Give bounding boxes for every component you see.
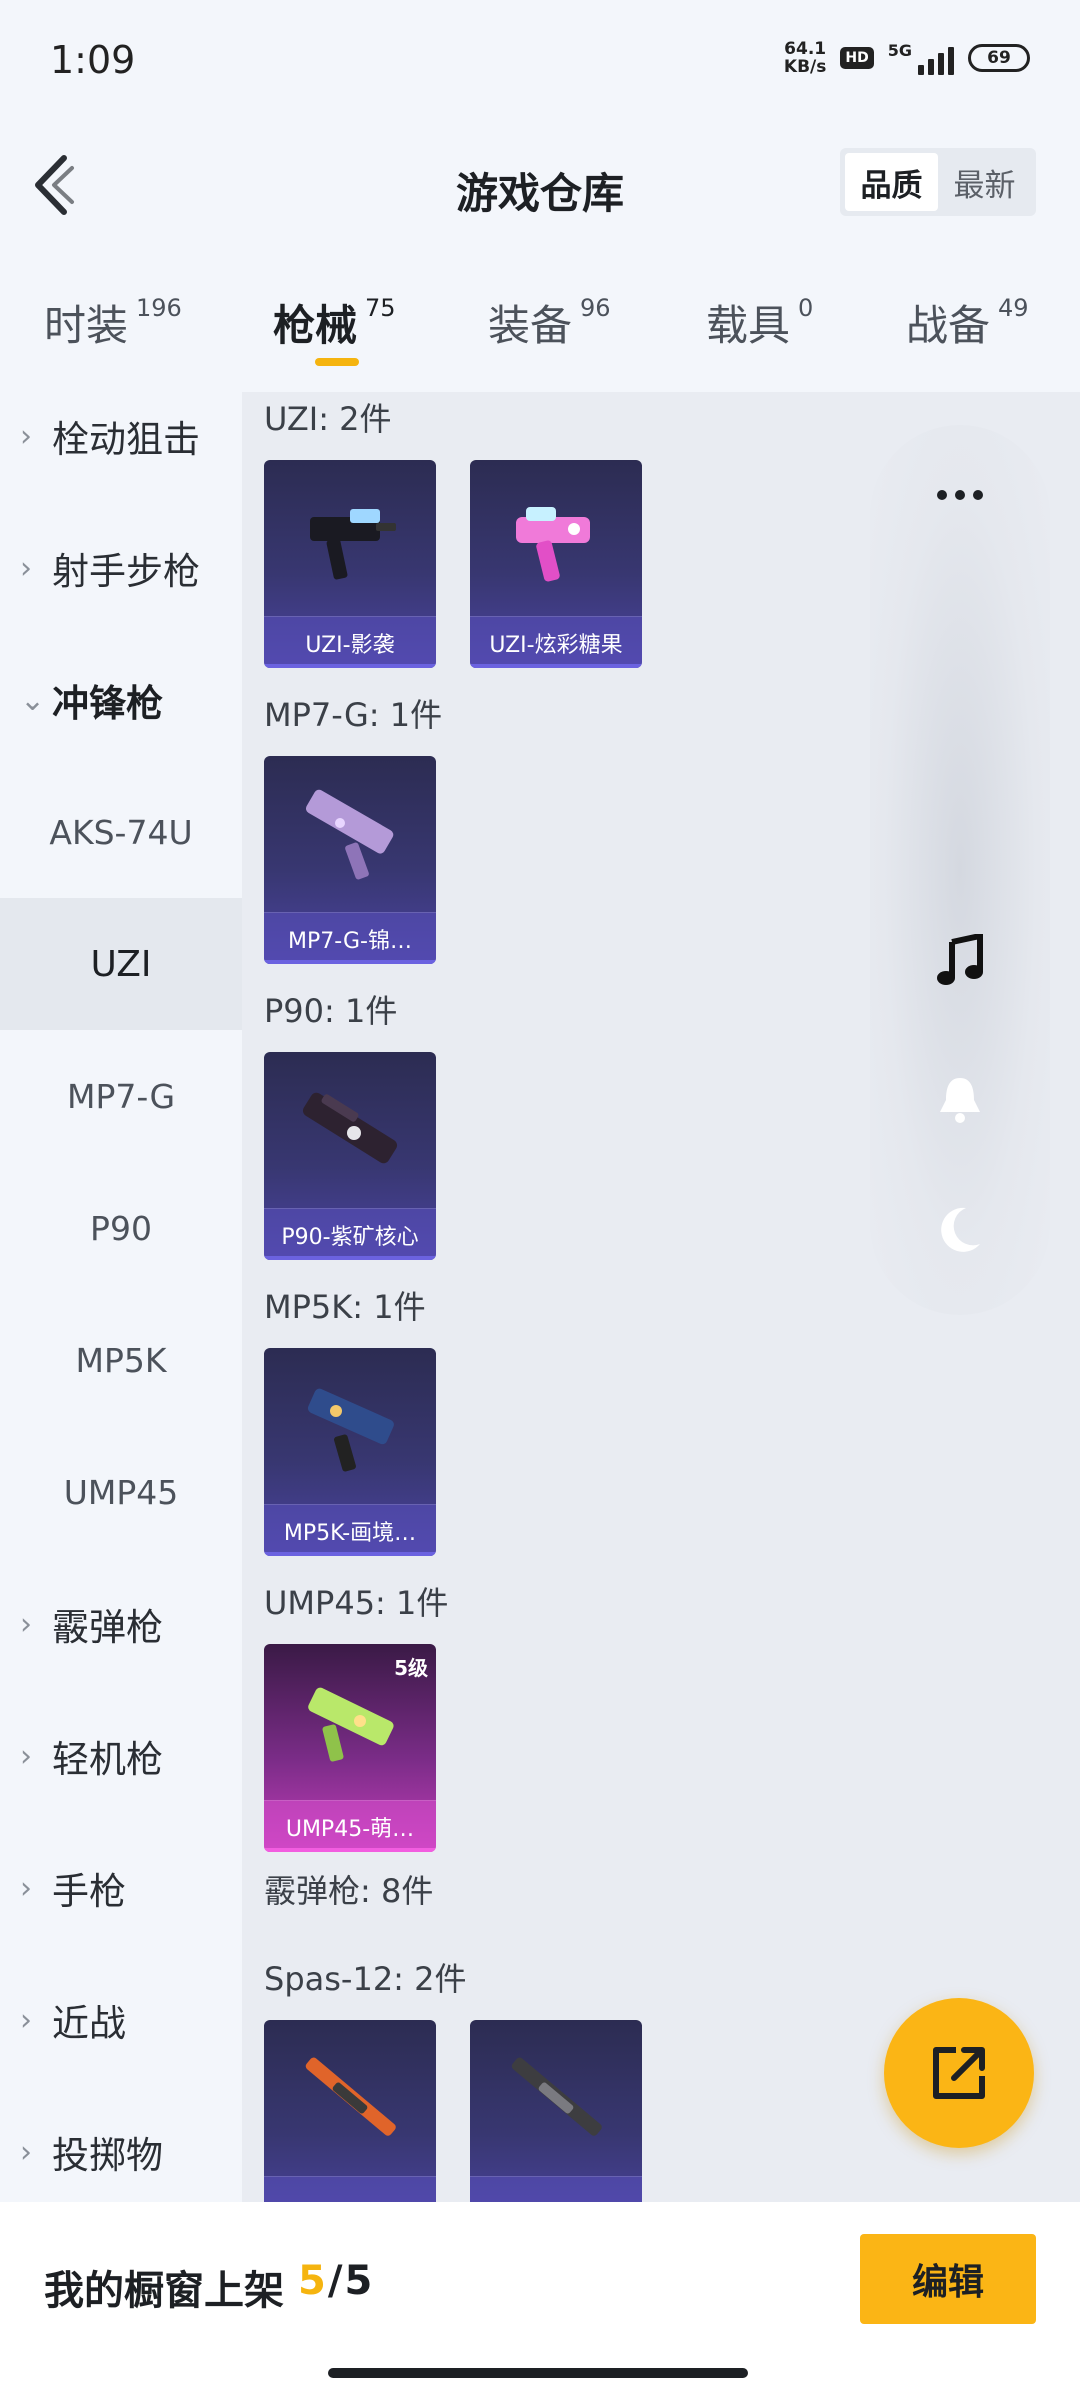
battery-icon: 69: [968, 44, 1030, 72]
edit-button[interactable]: 编辑: [860, 2234, 1036, 2324]
tab-vehicles[interactable]: 载具 0: [706, 292, 813, 353]
item-label: UMP45-萌…: [264, 1800, 436, 1852]
sort-option-quality[interactable]: 品质: [845, 153, 938, 211]
sidebar-item-marksman-rifle[interactable]: › 射手步枪: [0, 502, 242, 634]
sort-option-latest[interactable]: 最新: [938, 153, 1031, 211]
item-card[interactable]: MP5K-画境…: [264, 1348, 436, 1556]
section-title-p90: P90: 1件: [264, 992, 398, 1030]
bottom-bar: 我的橱窗上架 5 / 5 编辑: [0, 2202, 1080, 2400]
share-icon: [933, 2047, 985, 2099]
gun-image: [492, 482, 620, 602]
section-title-mp5k: MP5K: 1件: [264, 1288, 426, 1326]
chevron-right-icon: ›: [20, 1606, 32, 1642]
tab-guns[interactable]: 枪械 75: [273, 292, 396, 353]
tab-count: 196: [136, 294, 182, 322]
battery-level: 69: [987, 48, 1011, 68]
music-button[interactable]: [920, 920, 1000, 1000]
item-card[interactable]: [264, 2020, 436, 2202]
hd-badge: HD: [840, 47, 874, 69]
tab-count: 0: [798, 294, 814, 322]
sidebar-item-bolt-sniper[interactable]: › 栓动狙击: [0, 392, 242, 502]
notification-button[interactable]: [920, 1060, 1000, 1140]
gun-image: [286, 1074, 414, 1194]
section-title-mp7g: MP7-G: 1件: [264, 696, 443, 734]
sidebar-item-throwable[interactable]: › 投掷物: [0, 2086, 242, 2202]
item-card[interactable]: UZI-炫彩糖果: [470, 460, 642, 668]
showcase-slash: /: [327, 2258, 343, 2304]
tab-count: 75: [365, 294, 396, 322]
section-title-shotgun: 霰弹枪: 8件: [264, 1872, 434, 1910]
network-type: 5G: [887, 41, 912, 60]
tab-count: 49: [998, 294, 1029, 322]
item-label: [470, 2176, 642, 2202]
sidebar-item-smg[interactable]: ⌄ 冲锋枪: [0, 634, 242, 766]
music-icon: [937, 934, 983, 985]
showcase-total: 5: [344, 2258, 373, 2304]
item-card[interactable]: [470, 2020, 642, 2202]
chevron-right-icon: ›: [20, 550, 32, 586]
signal-icon: 5G: [888, 41, 954, 75]
item-card[interactable]: UZI-影袭: [264, 460, 436, 668]
header: 游戏仓库 品质 最新: [0, 120, 1080, 250]
sidebar-item-shotgun[interactable]: › 霰弹枪: [0, 1558, 242, 1690]
sidebar-item-p90[interactable]: P90: [0, 1162, 242, 1294]
bell-icon: [940, 1078, 980, 1123]
status-time: 1:09: [50, 38, 136, 82]
chevron-right-icon: ›: [20, 2002, 32, 2038]
tab-fashion[interactable]: 时装 196: [44, 292, 182, 353]
chevron-right-icon: ›: [20, 418, 32, 454]
sidebar-item-ump45[interactable]: UMP45: [0, 1426, 242, 1558]
sort-toggle: 品质 最新: [840, 148, 1036, 216]
more-icon: [937, 490, 983, 500]
tab-supplies[interactable]: 战备 49: [906, 292, 1029, 353]
dark-mode-button[interactable]: [920, 1190, 1000, 1270]
item-label: UZI-影袭: [264, 616, 436, 668]
tab-equipment[interactable]: 装备 96: [488, 292, 611, 353]
gun-image: [286, 2042, 414, 2162]
home-indicator[interactable]: [328, 2368, 748, 2378]
item-card[interactable]: P90-紫矿核心: [264, 1052, 436, 1260]
chevron-right-icon: ›: [20, 1738, 32, 1774]
chevron-down-icon: ⌄: [20, 682, 46, 718]
category-tabs: 时装 196 枪械 75 装备 96 载具 0 战备 49: [0, 280, 1080, 380]
gun-image: [492, 2042, 620, 2162]
sidebar-item-mp5k[interactable]: MP5K: [0, 1294, 242, 1426]
status-bar: 1:09 64.1 KB/s HD 5G 69: [0, 0, 1080, 120]
tab-count: 96: [580, 294, 611, 322]
sidebar-item-aks74u[interactable]: AKS-74U: [0, 766, 242, 898]
share-button[interactable]: [884, 1998, 1034, 2148]
moon-icon: [941, 1207, 980, 1252]
item-label: MP7-G-锦…: [264, 912, 436, 964]
sidebar-item-pistol[interactable]: › 手枪: [0, 1822, 242, 1954]
showcase-status: 我的橱窗上架 5 / 5: [44, 2258, 372, 2316]
item-card[interactable]: 5级 UMP45-萌…: [264, 1644, 436, 1852]
more-button[interactable]: [920, 455, 1000, 535]
item-label: MP5K-画境…: [264, 1504, 436, 1556]
chevron-right-icon: ›: [20, 2134, 32, 2170]
item-label: UZI-炫彩糖果: [470, 616, 642, 668]
item-label: [264, 2176, 436, 2202]
gun-image: [286, 778, 414, 898]
item-card[interactable]: MP7-G-锦…: [264, 756, 436, 964]
net-speed: 64.1 KB/s: [783, 39, 827, 77]
chevron-right-icon: ›: [20, 1870, 32, 1906]
status-indicators: 64.1 KB/s HD 5G 69: [784, 40, 1030, 76]
gun-image: [286, 1370, 414, 1490]
section-title-spas12: Spas-12: 2件: [264, 1960, 467, 1998]
section-title-ump45: UMP45: 1件: [264, 1584, 449, 1622]
sidebar-item-melee[interactable]: › 近战: [0, 1954, 242, 2086]
gun-image: [286, 1666, 414, 1786]
floating-toolbar: [870, 425, 1050, 1315]
sidebar-item-mp7g[interactable]: MP7-G: [0, 1030, 242, 1162]
showcase-current: 5: [298, 2258, 326, 2304]
sidebar-item-uzi[interactable]: UZI: [0, 898, 242, 1030]
section-title-uzi: UZI: 2件: [264, 400, 392, 438]
item-label: P90-紫矿核心: [264, 1208, 436, 1260]
showcase-label: 我的橱窗上架: [44, 2268, 284, 2314]
sidebar: › 栓动狙击 › 射手步枪 ⌄ 冲锋枪 AKS-74U UZI MP7-G P9…: [0, 392, 242, 2202]
tab-indicator: [315, 358, 359, 366]
gun-image: [286, 482, 414, 602]
sidebar-item-lmg[interactable]: › 轻机枪: [0, 1690, 242, 1822]
